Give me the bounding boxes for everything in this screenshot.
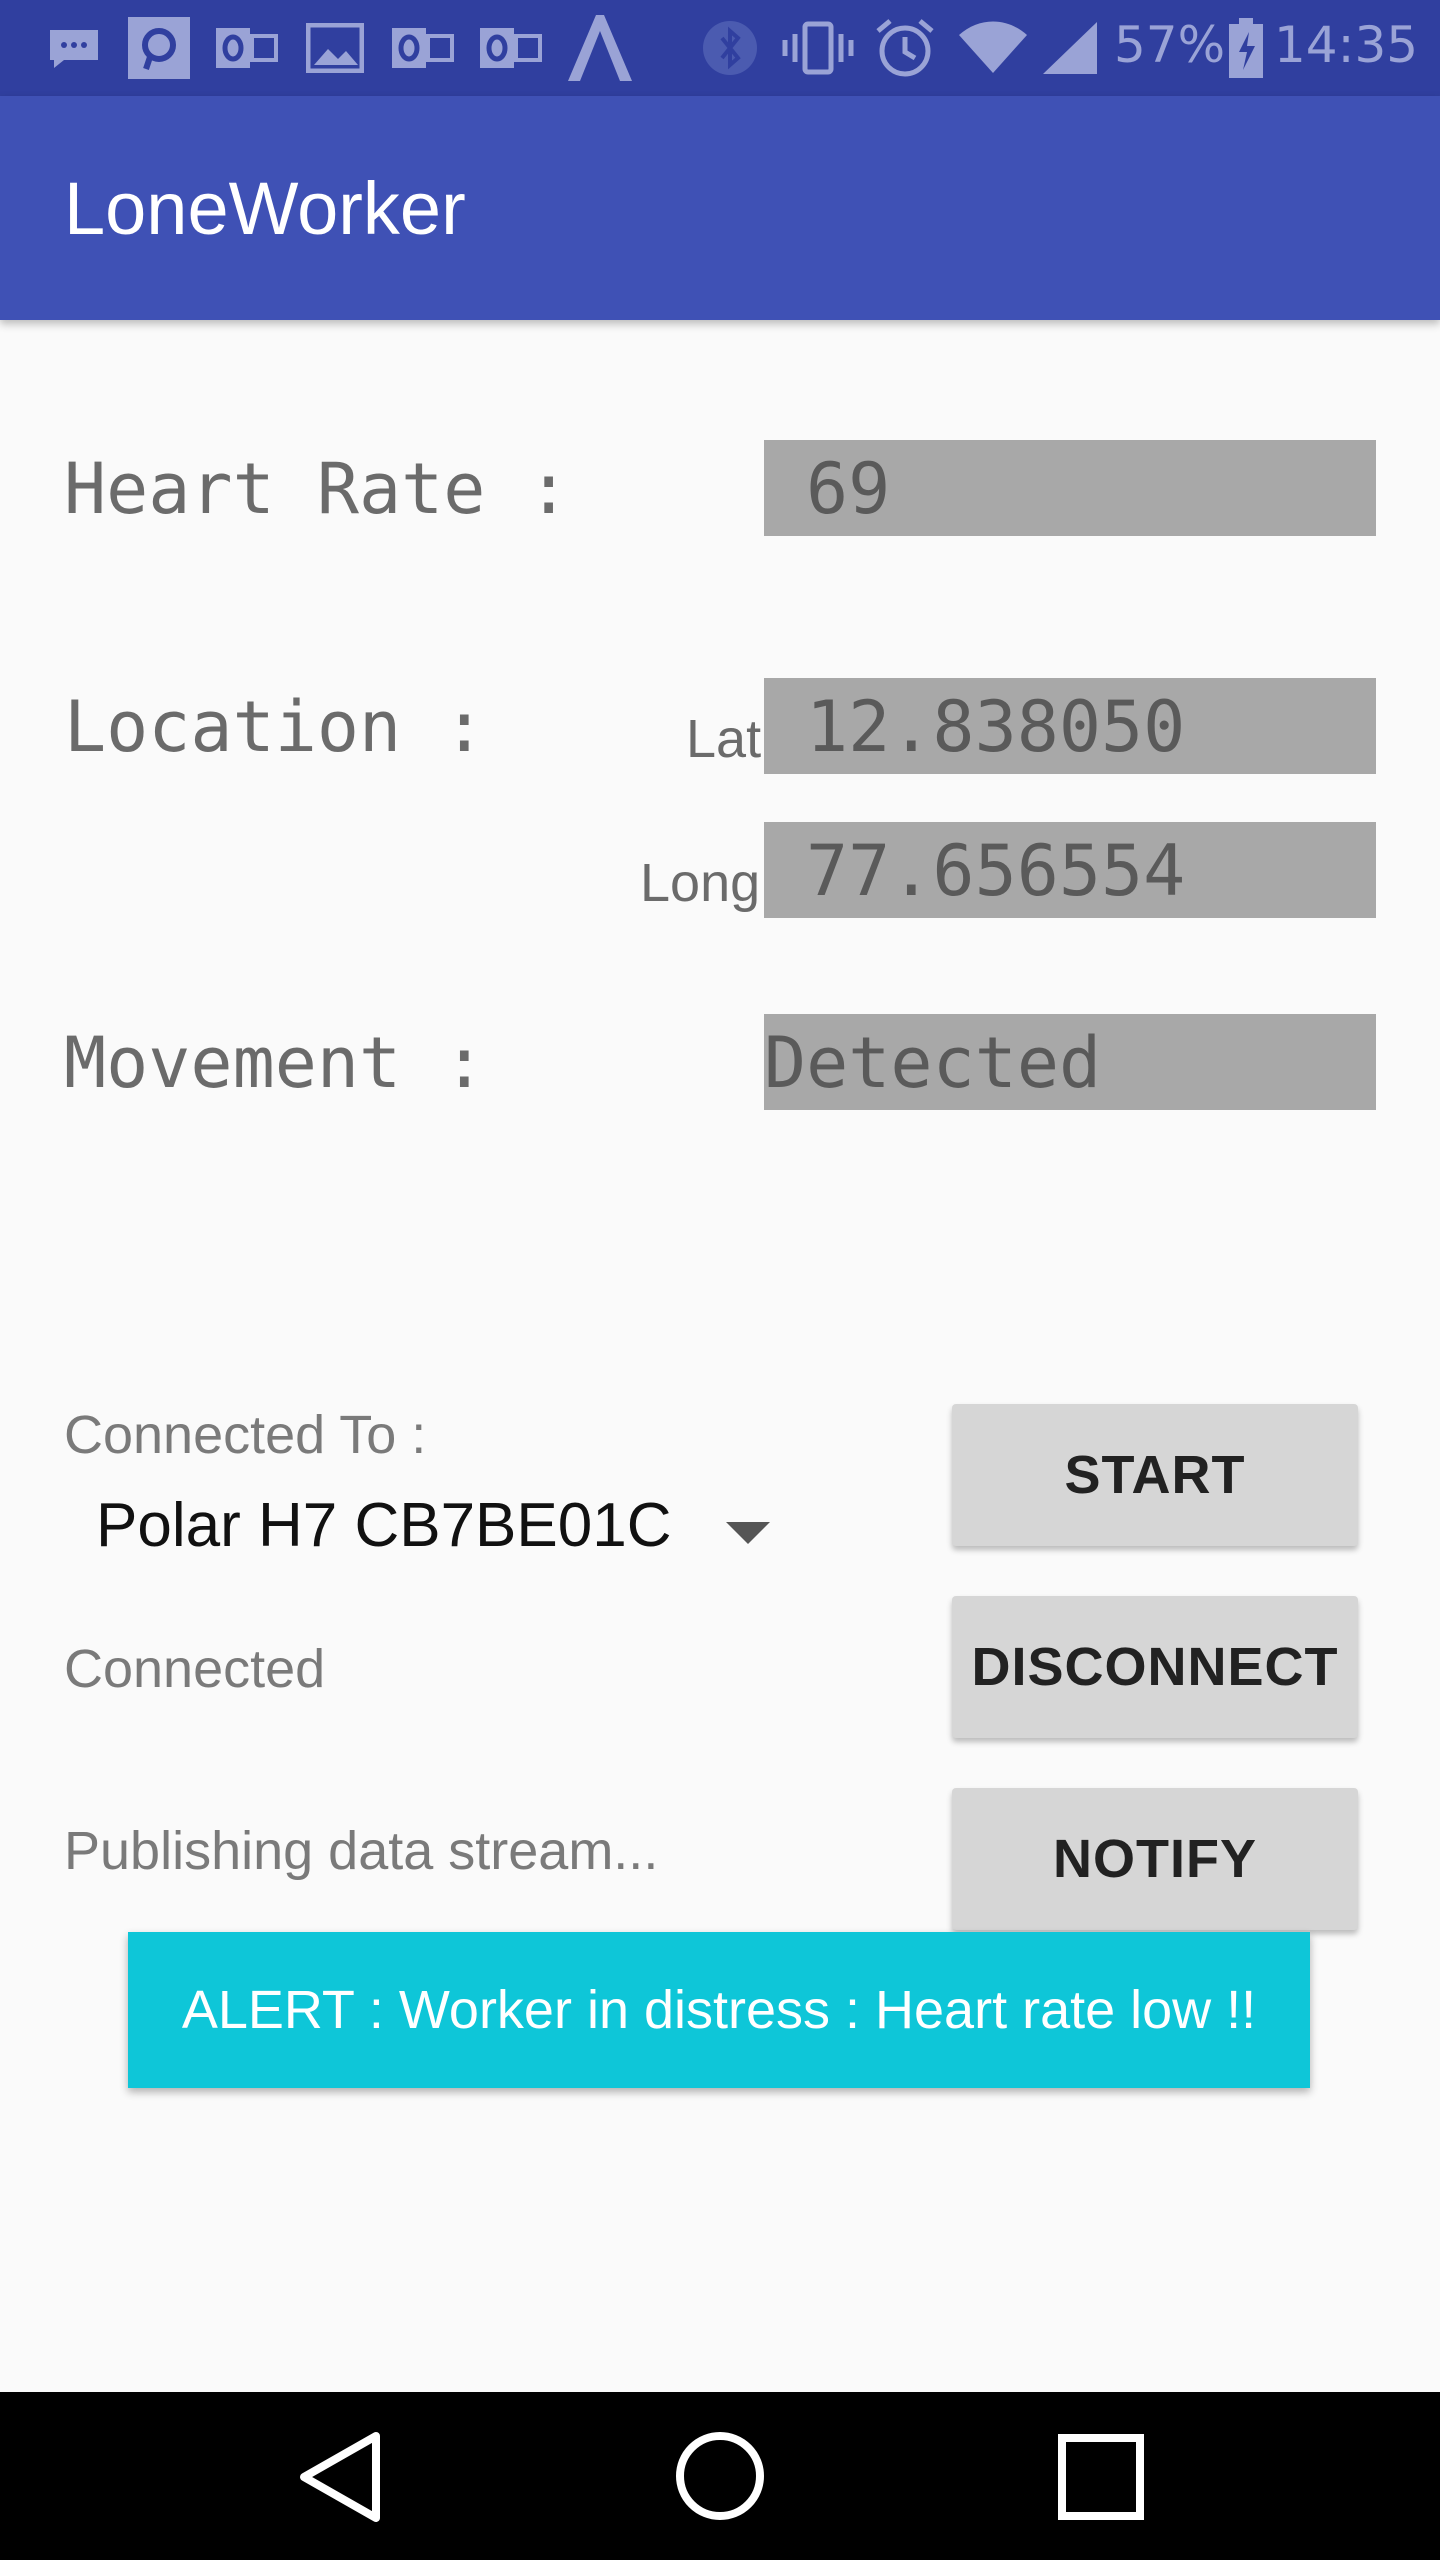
p-app-icon [124, 17, 194, 79]
chevron-down-icon[interactable] [726, 1522, 770, 1544]
location-label: Location : [64, 686, 486, 768]
movement-field: Detected [764, 1014, 1376, 1110]
wifi-icon [958, 21, 1028, 74]
battery-percent: 57% [1114, 16, 1226, 74]
start-button[interactable]: START [952, 1404, 1358, 1546]
connected-to-label: Connected To : [64, 1405, 427, 1465]
heart-rate-label: Heart Rate : [64, 448, 570, 530]
status-bar: 57% 14:35 [0, 0, 1440, 96]
long-field: 77.656554 [764, 822, 1376, 918]
image-icon [302, 22, 368, 74]
recents-icon[interactable] [1058, 2434, 1144, 2524]
long-label: Long [640, 853, 761, 913]
connection-status: Connected [64, 1639, 326, 1699]
bluetooth-icon [700, 21, 760, 75]
notify-button[interactable]: NOTIFY [952, 1788, 1358, 1930]
heart-rate-field: 69 [764, 440, 1376, 536]
movement-label: Movement : [64, 1022, 486, 1104]
lat-label: Lat [686, 709, 762, 769]
battery-icon [1228, 18, 1264, 78]
clock: 14:35 [1274, 16, 1419, 74]
outlook-icon [390, 22, 456, 74]
outlook-icon [214, 22, 280, 74]
app-title: LoneWorker [64, 167, 466, 250]
home-icon[interactable] [674, 2430, 766, 2526]
alert-toast: ALERT : Worker in distress : Heart rate … [128, 1932, 1310, 2088]
vibrate-icon [780, 21, 856, 75]
signal-icon [1040, 22, 1100, 74]
app-bar: LoneWorker [0, 96, 1440, 320]
disconnect-button[interactable]: DISCONNECT [952, 1596, 1358, 1738]
a-app-icon [562, 15, 638, 81]
chat-icon [42, 22, 106, 74]
heart-rate-value: 69 [806, 448, 891, 530]
stream-status: Publishing data stream... [64, 1821, 659, 1881]
back-icon[interactable] [296, 2430, 382, 2528]
lat-field: 12.838050 [764, 678, 1376, 774]
movement-value: Detected [764, 1022, 1102, 1104]
lat-value: 12.838050 [806, 686, 1186, 768]
device-dropdown-value[interactable]: Polar H7 CB7BE01C [96, 1490, 672, 1561]
outlook-icon [478, 22, 544, 74]
navigation-bar [0, 2392, 1440, 2560]
long-value: 77.656554 [806, 830, 1186, 912]
alarm-icon [872, 19, 938, 77]
